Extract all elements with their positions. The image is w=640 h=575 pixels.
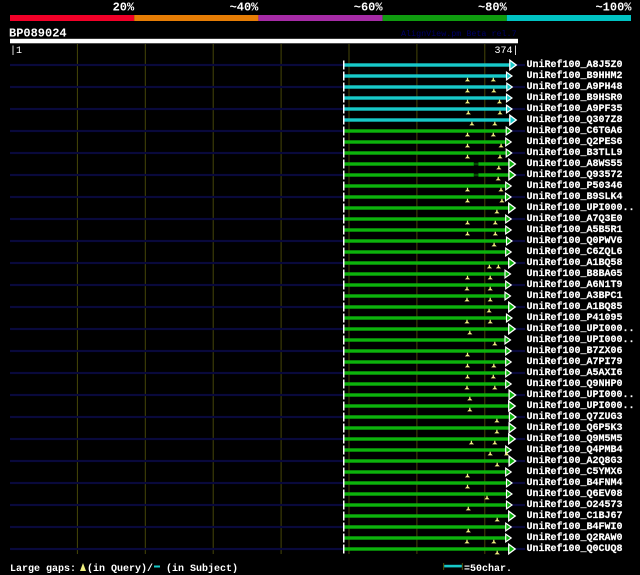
svg-text:UniRef100_B9SLK4: UniRef100_B9SLK4 <box>527 191 623 203</box>
svg-text:UniRef100_A9PF35: UniRef100_A9PF35 <box>527 103 623 115</box>
svg-text:UniRef100_A7PI79: UniRef100_A7PI79 <box>527 356 623 368</box>
svg-text:UniRef100_A3BPC1: UniRef100_A3BPC1 <box>527 290 623 302</box>
svg-text:UniRef100_Q0PWV6: UniRef100_Q0PWV6 <box>527 235 623 247</box>
svg-text:BP089024: BP089024 <box>9 27 67 41</box>
svg-text:Large gaps:: Large gaps: <box>10 564 76 575</box>
svg-text:UniRef100_P41095: UniRef100_P41095 <box>527 312 623 324</box>
svg-text:UniRef100_Q6P5K3: UniRef100_Q6P5K3 <box>527 422 623 434</box>
svg-text:~60%: ~60% <box>354 1 384 15</box>
svg-text:UniRef100_Q2RAW0: UniRef100_Q2RAW0 <box>527 532 623 544</box>
svg-text:UniRef100_C1BJ67: UniRef100_C1BJ67 <box>527 510 623 522</box>
svg-text:~100%: ~100% <box>595 1 632 15</box>
svg-text:(in Subject): (in Subject) <box>160 563 238 575</box>
svg-text:UniRef100_A8J5Z0: UniRef100_A8J5Z0 <box>527 59 623 71</box>
svg-text:UniRef100_A1BQ58: UniRef100_A1BQ58 <box>527 257 623 269</box>
svg-text:20%: 20% <box>113 1 135 15</box>
svg-text:=50char.: =50char. <box>464 563 512 575</box>
svg-text:UniRef100_A7Q3E0: UniRef100_A7Q3E0 <box>527 213 623 225</box>
svg-text:UniRef100_A5B5R1: UniRef100_A5B5R1 <box>527 224 623 236</box>
svg-text:UniRef100_Q9NHP0: UniRef100_Q9NHP0 <box>527 378 623 390</box>
svg-text:UniRef100_C6ZQL6: UniRef100_C6ZQL6 <box>527 246 623 258</box>
svg-text:UniRef100_O24573: UniRef100_O24573 <box>527 499 623 511</box>
svg-text:UniRef100_B4FNM4: UniRef100_B4FNM4 <box>527 477 623 489</box>
svg-text:UniRef100_Q307Z8: UniRef100_Q307Z8 <box>527 114 623 126</box>
svg-text:UniRef100_P50346: UniRef100_P50346 <box>527 180 623 192</box>
svg-text:374|: 374| <box>494 45 518 57</box>
svg-text:UniRef100_B7ZX06: UniRef100_B7ZX06 <box>527 345 623 357</box>
svg-text:UniRef100_B9HSR0: UniRef100_B9HSR0 <box>527 92 623 104</box>
svg-text:UniRef100_A5AXI6: UniRef100_A5AXI6 <box>527 367 623 379</box>
svg-text:UniRef100_Q93572: UniRef100_Q93572 <box>527 169 623 181</box>
svg-text:UniRef100_Q2PES6: UniRef100_Q2PES6 <box>527 136 623 148</box>
svg-text:UniRef100_B9HHM2: UniRef100_B9HHM2 <box>527 70 623 82</box>
svg-text:UniRef100_B8BAG5: UniRef100_B8BAG5 <box>527 268 623 280</box>
svg-text:UniRef100_A9PH48: UniRef100_A9PH48 <box>527 81 623 93</box>
svg-text:UniRef100_UPI000..: UniRef100_UPI000.. <box>527 389 635 401</box>
svg-text:|1: |1 <box>10 45 22 57</box>
svg-text:(in Query)/: (in Query)/ <box>87 563 153 575</box>
svg-text:UniRef100_UPI000..: UniRef100_UPI000.. <box>527 202 635 214</box>
svg-text:UniRef100_A6N1T9: UniRef100_A6N1T9 <box>527 279 623 291</box>
svg-text:UniRef100_Q9M5M5: UniRef100_Q9M5M5 <box>527 433 623 445</box>
svg-text:UniRef100_Q7ZUG3: UniRef100_Q7ZUG3 <box>527 411 623 423</box>
svg-text:UniRef100_UPI000..: UniRef100_UPI000.. <box>527 334 635 346</box>
svg-text:AlignView.pm Beta rel.7: AlignView.pm Beta rel.7 <box>401 29 517 39</box>
svg-text:~40%: ~40% <box>230 1 260 15</box>
svg-text:UniRef100_B4FWI0: UniRef100_B4FWI0 <box>527 521 623 533</box>
svg-text:UniRef100_Q6EV08: UniRef100_Q6EV08 <box>527 488 623 500</box>
svg-text:UniRef100_A8WS55: UniRef100_A8WS55 <box>527 158 623 170</box>
svg-text:UniRef100_B3TLL9: UniRef100_B3TLL9 <box>527 147 623 159</box>
svg-text:UniRef100_C6TGA6: UniRef100_C6TGA6 <box>527 125 623 137</box>
svg-text:~80%: ~80% <box>478 1 508 15</box>
svg-text:UniRef100_Q4PMB4: UniRef100_Q4PMB4 <box>527 444 623 456</box>
svg-text:UniRef100_A1BQ85: UniRef100_A1BQ85 <box>527 301 623 313</box>
svg-text:UniRef100_UPI000..: UniRef100_UPI000.. <box>527 323 635 335</box>
svg-text:UniRef100_Q0CUQ8: UniRef100_Q0CUQ8 <box>527 543 623 555</box>
svg-text:UniRef100_UPI000..: UniRef100_UPI000.. <box>527 400 635 412</box>
svg-text:UniRef100_A2Q8G3: UniRef100_A2Q8G3 <box>527 455 623 467</box>
svg-text:UniRef100_C5YMX6: UniRef100_C5YMX6 <box>527 466 623 478</box>
